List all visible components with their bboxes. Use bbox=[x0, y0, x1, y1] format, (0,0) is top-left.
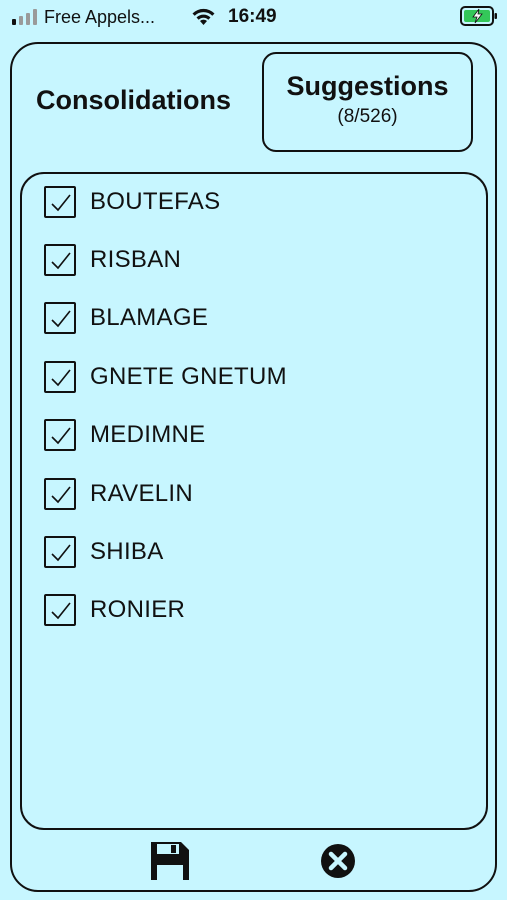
status-bar: Free Appels... 16:49 bbox=[0, 0, 507, 36]
checkbox-checked[interactable] bbox=[44, 478, 76, 510]
tab-suggestions[interactable]: Suggestions (8/526) bbox=[262, 52, 473, 152]
list-item-label: GNETE GNETUM bbox=[90, 363, 287, 390]
checkbox-checked[interactable] bbox=[44, 186, 76, 218]
list-item[interactable]: RISBAN bbox=[44, 242, 464, 278]
suggestions-count: (8/526) bbox=[337, 106, 398, 127]
cellular-signal-icon bbox=[12, 9, 37, 25]
list-item[interactable]: SHIBA bbox=[44, 534, 464, 570]
list-item-label: SHIBA bbox=[90, 538, 164, 565]
checkbox-checked[interactable] bbox=[44, 536, 76, 568]
list-item-label: BOUTEFAS bbox=[90, 188, 221, 215]
list-item-label: BLAMAGE bbox=[90, 304, 209, 331]
clock: 16:49 bbox=[228, 6, 277, 27]
checkbox-checked[interactable] bbox=[44, 419, 76, 451]
list-item-label: RISBAN bbox=[90, 246, 182, 273]
list-item[interactable]: MEDIMNE bbox=[44, 417, 464, 453]
list-item[interactable]: GNETE GNETUM bbox=[44, 359, 464, 395]
suggestions-title: Suggestions bbox=[286, 71, 449, 101]
list-item-label: RAVELIN bbox=[90, 480, 194, 507]
checkmark-icon bbox=[51, 252, 71, 270]
list-item[interactable]: BOUTEFAS bbox=[44, 184, 464, 220]
close-circle-icon[interactable] bbox=[320, 843, 356, 879]
list-item-label: MEDIMNE bbox=[90, 421, 206, 448]
checkmark-icon bbox=[51, 602, 71, 620]
checkbox-checked[interactable] bbox=[44, 594, 76, 626]
checkmark-icon bbox=[51, 194, 71, 212]
tab-consolidations[interactable]: Consolidations bbox=[36, 85, 231, 116]
list-item-label: RONIER bbox=[90, 596, 186, 623]
battery-charging-icon bbox=[460, 6, 497, 26]
checkbox-checked[interactable] bbox=[44, 361, 76, 393]
floppy-disk-icon[interactable] bbox=[149, 840, 191, 882]
checkmark-icon bbox=[51, 310, 71, 328]
carrier-name: Free Appels... bbox=[44, 7, 156, 27]
checkmark-icon bbox=[51, 427, 71, 445]
list-item[interactable]: BLAMAGE bbox=[44, 300, 464, 336]
list-item[interactable]: RONIER bbox=[44, 592, 464, 628]
list-item[interactable]: RAVELIN bbox=[44, 476, 464, 512]
checkbox-checked[interactable] bbox=[44, 244, 76, 276]
checkmark-icon bbox=[51, 486, 71, 504]
checkbox-checked[interactable] bbox=[44, 302, 76, 334]
wifi-icon bbox=[192, 8, 215, 25]
checkmark-icon bbox=[51, 369, 71, 387]
checkmark-icon bbox=[51, 544, 71, 562]
